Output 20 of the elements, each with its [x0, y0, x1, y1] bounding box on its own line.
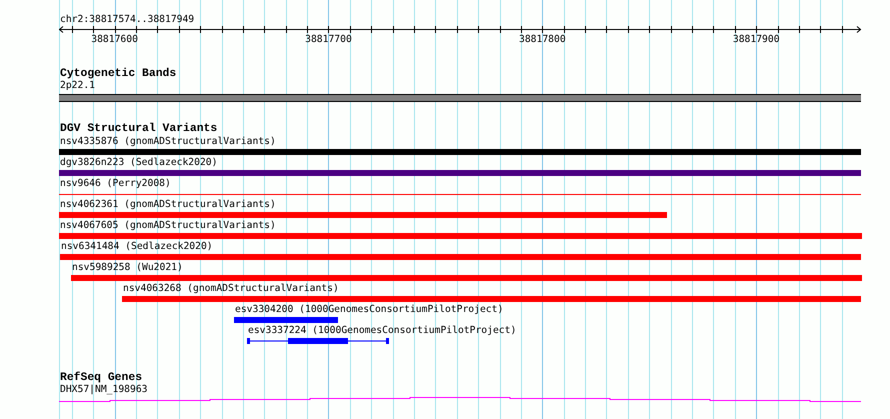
feature-label: nsv6341484 (Sedlazeck2020)	[61, 241, 213, 253]
tick-label: 38817800	[519, 34, 566, 46]
feature-label: nsv5989258 (Wu2021)	[72, 262, 183, 274]
gene-label: DHX57|NM_198963	[60, 384, 148, 396]
feature-label: nsv4063268 (gnomADStructuralVariants)	[123, 283, 339, 295]
feature-label: dgv3826n223 (Sedlazeck2020)	[60, 157, 218, 169]
band-label: 2p22.1	[60, 80, 95, 92]
feature-label: esv3337224 (1000GenomesConsortiumPilotProject)	[248, 325, 516, 337]
feature-label: nsv4335876 (gnomADStructuralVariants)	[60, 136, 276, 148]
tick-label: 38817900	[732, 34, 780, 46]
ruler-title: chr2:38817574..38817949	[60, 14, 194, 26]
feature-label: nsv4067605 (gnomADStructuralVariants)	[60, 220, 276, 232]
track-title: Cytogenetic Bands	[60, 68, 176, 80]
track-title: RefSeq Genes	[60, 372, 142, 384]
tick-label: 38817700	[305, 34, 352, 46]
feature-label: nsv4062361 (gnomADStructuralVariants)	[60, 199, 276, 211]
feature-label: esv3304200 (1000GenomesConsortiumPilotProject)	[235, 304, 504, 316]
tick-label: 38817600	[91, 34, 138, 46]
feature-label: nsv9646 (Perry2008)	[60, 178, 171, 190]
track-title: DGV Structural Variants	[60, 123, 218, 135]
